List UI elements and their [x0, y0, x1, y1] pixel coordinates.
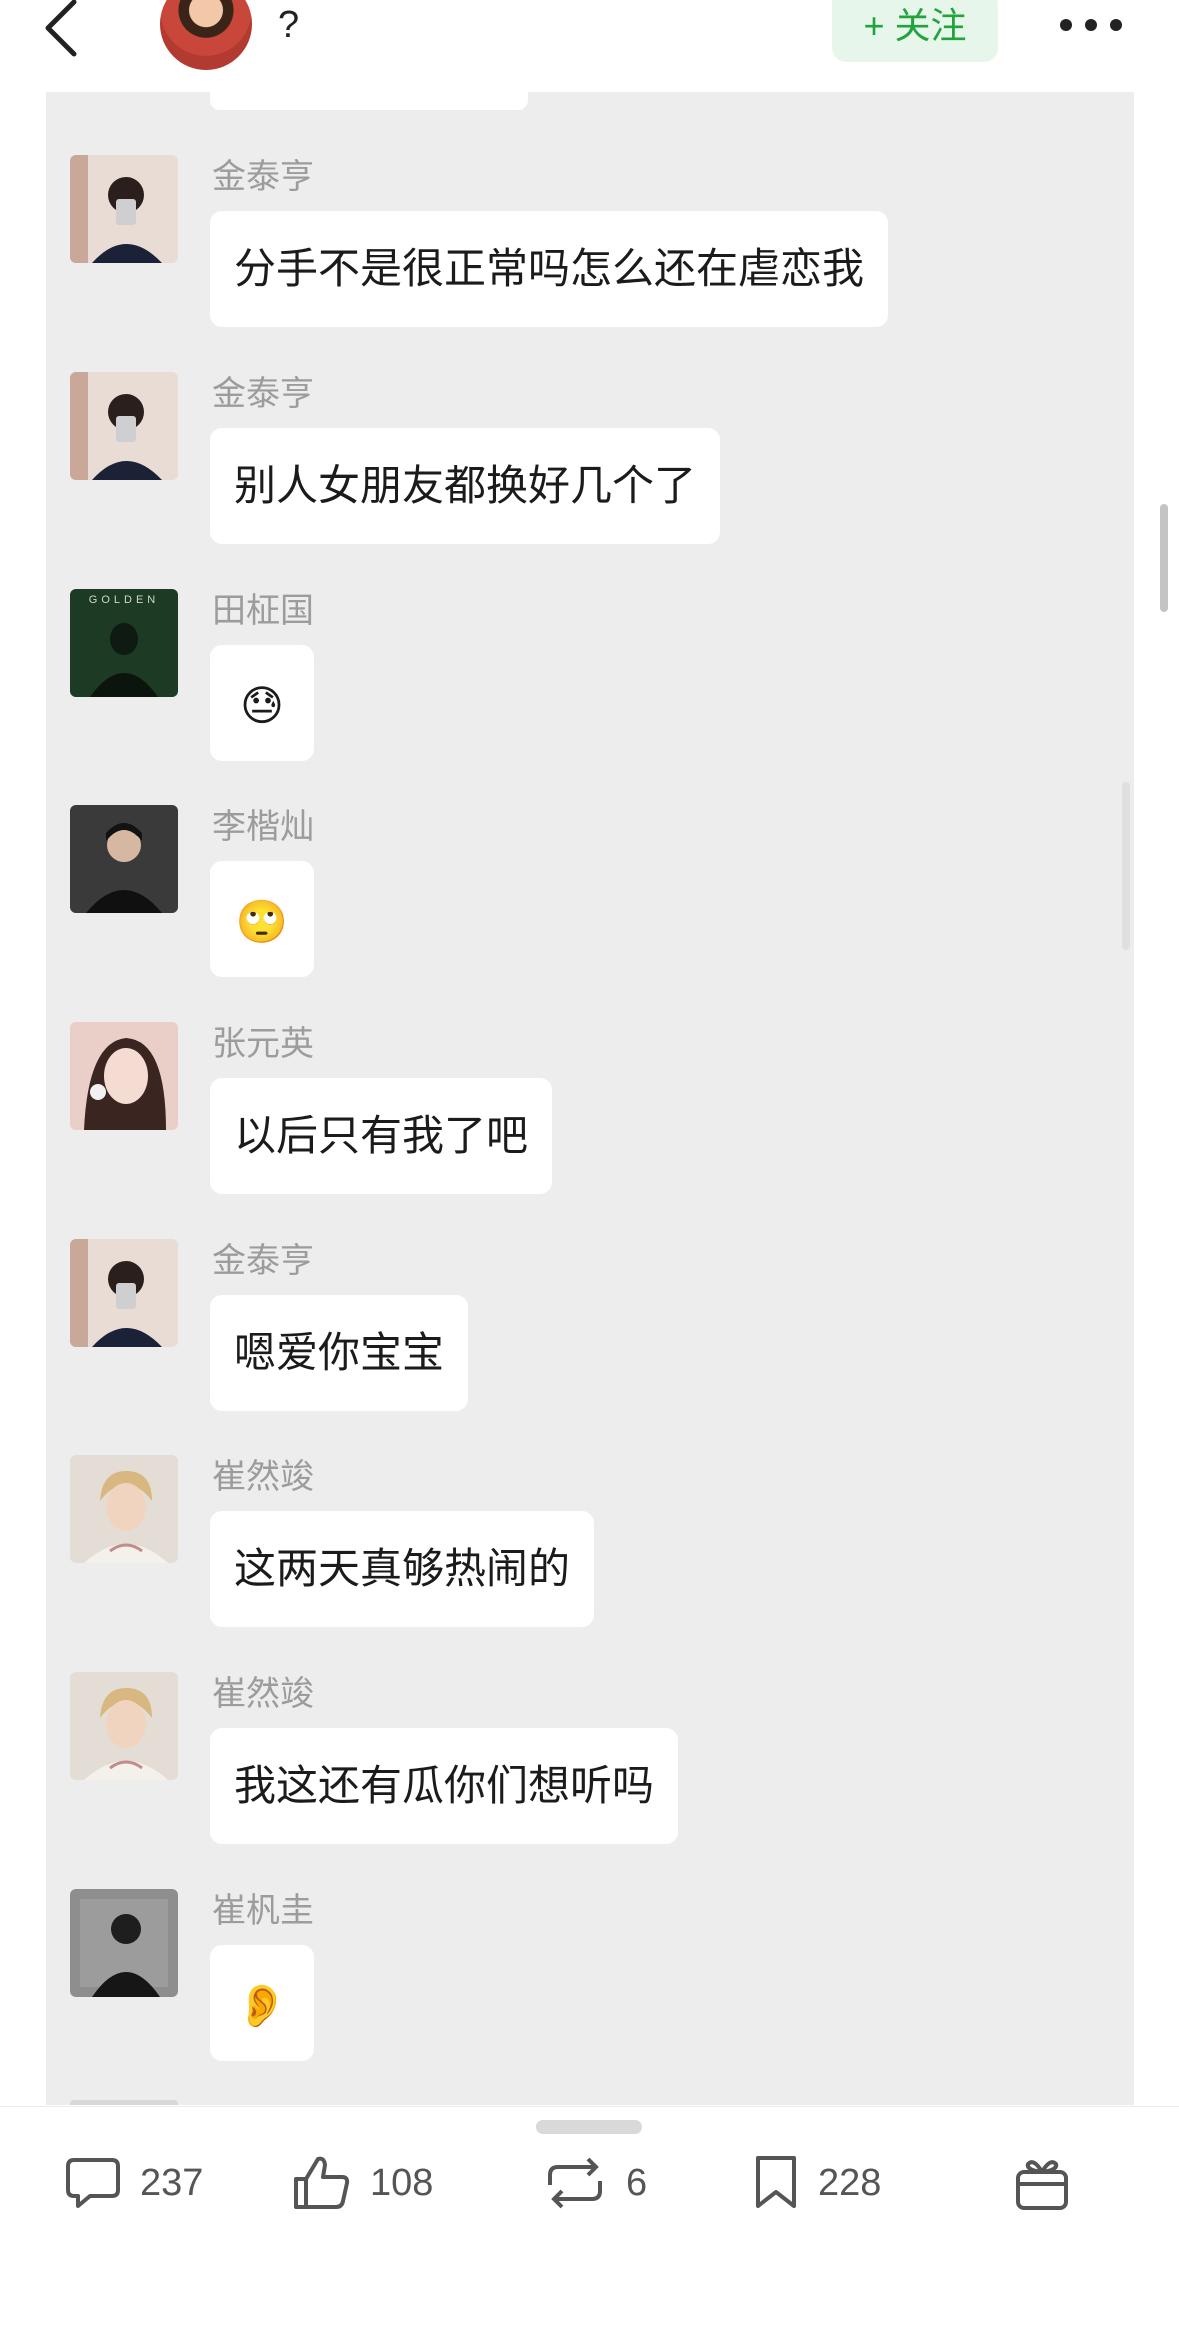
action-bar	[0, 2106, 1179, 2338]
sender-name: 崔杋圭	[212, 1892, 314, 1930]
chat-message: 崔杋圭 👂	[46, 1889, 1134, 2089]
avatar: GOLDEN	[70, 589, 178, 697]
sender-name: 崔然竣	[212, 1675, 314, 1713]
avatar	[70, 1022, 178, 1130]
chat-message: 金泰亨 分手不是很正常吗怎么还在虐恋我	[46, 155, 1134, 355]
message-bubble[interactable]: 😓	[210, 645, 314, 761]
chat-message: 崔然竣 我这还有瓜你们想听吗	[46, 1672, 1134, 1872]
sender-name: 金泰亨	[212, 375, 314, 413]
sender-name: 田柾国	[212, 592, 314, 630]
gift-icon	[1014, 2154, 1070, 2212]
chat-message: GOLDEN 田柾国 😓	[46, 589, 1134, 789]
comment-button[interactable]: 237	[64, 2148, 203, 2218]
more-icon[interactable]	[1056, 10, 1126, 40]
chat-message: 李楷灿 🙄	[46, 805, 1134, 1005]
message-bubble[interactable]: 这两天真够热闹的	[210, 1511, 595, 1627]
emoji: 🙄	[235, 897, 289, 945]
favorite-count: 228	[818, 2161, 882, 2204]
avatar	[70, 805, 178, 913]
avatar	[70, 1239, 178, 1347]
message-bubble[interactable]: 别人女朋友都换好几个了	[210, 428, 721, 544]
top-bar: ? + 关注	[0, 0, 1179, 92]
like-button[interactable]: 108	[292, 2148, 433, 2218]
avatar	[70, 155, 178, 263]
message-bubble[interactable]: 👂	[210, 1945, 314, 2061]
comment-count: 237	[140, 2161, 204, 2204]
avatar	[70, 1455, 178, 1563]
avatar	[70, 1672, 178, 1780]
follow-button[interactable]: + 关注	[832, 0, 998, 62]
emoji: 👂	[235, 1981, 289, 2029]
favorite-button[interactable]: 228	[752, 2148, 881, 2218]
emoji: 😓	[240, 681, 284, 729]
sender-name: 金泰亨	[212, 1242, 314, 1280]
like-count: 108	[370, 2161, 434, 2204]
cropped-avatar	[70, 2100, 178, 2105]
message-bubble[interactable]: 我这还有瓜你们想听吗	[210, 1728, 679, 1844]
message-bubble[interactable]: 以后只有我了吧	[210, 1078, 553, 1194]
album-cover-text: GOLDEN	[89, 594, 159, 606]
cropped-message-bubble	[210, 92, 528, 110]
sender-name: 李楷灿	[212, 808, 314, 846]
chat-screenshot[interactable]: 金泰亨 分手不是很正常吗怎么还在虐恋我 金泰亨 别人女朋友都换好几个了 GOLD…	[46, 92, 1134, 2105]
drag-handle[interactable]	[536, 2120, 642, 2134]
like-icon	[292, 2155, 352, 2211]
chat-scrollbar[interactable]	[1122, 782, 1130, 950]
message-bubble[interactable]: 嗯爱你宝宝	[210, 1295, 469, 1411]
sender-name: 崔然竣	[212, 1458, 314, 1496]
chat-message: 张元英 以后只有我了吧	[46, 1022, 1134, 1222]
favorite-icon	[752, 2154, 800, 2212]
repost-icon	[542, 2155, 608, 2211]
sender-name: 金泰亨	[212, 158, 314, 196]
sender-name: 张元英	[212, 1025, 314, 1063]
chat-message: 金泰亨 别人女朋友都换好几个了	[46, 372, 1134, 572]
author-name[interactable]: ?	[278, 4, 299, 47]
message-bubble[interactable]: 🙄	[210, 861, 314, 977]
avatar	[70, 1889, 178, 1997]
back-icon[interactable]	[40, 0, 90, 60]
comment-icon	[64, 2156, 122, 2210]
repost-button[interactable]: 6	[542, 2148, 647, 2218]
message-bubble[interactable]: 分手不是很正常吗怎么还在虐恋我	[210, 211, 889, 327]
repost-count: 6	[626, 2161, 648, 2204]
chat-message: 崔然竣 这两天真够热闹的	[46, 1455, 1134, 1655]
gift-button[interactable]	[1014, 2148, 1070, 2218]
chat-message: 金泰亨 嗯爱你宝宝	[46, 1239, 1134, 1439]
avatar	[70, 372, 178, 480]
page-scrollbar[interactable]	[1160, 504, 1168, 612]
author-avatar[interactable]	[160, 0, 252, 70]
